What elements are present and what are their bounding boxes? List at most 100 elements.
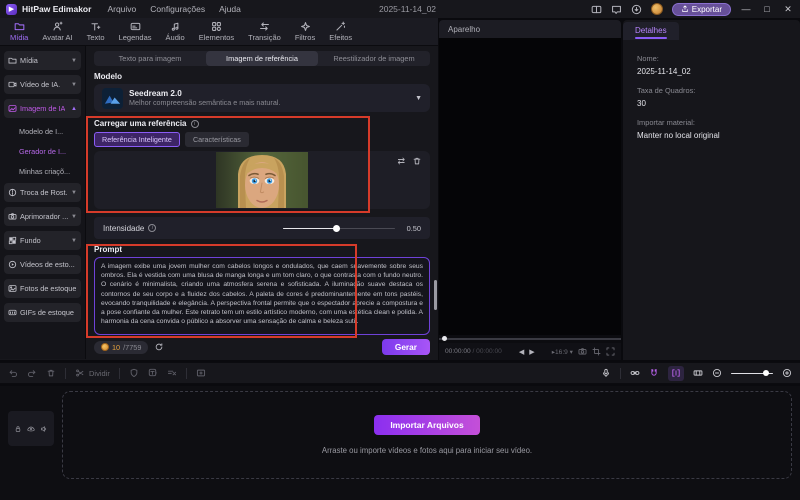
prompt-textarea[interactable]: A imagem exibe uma jovem mulher com cabe… — [94, 257, 430, 335]
film-track-icon[interactable] — [693, 368, 703, 378]
model-section-label: Modelo — [94, 72, 122, 81]
speaker-icon[interactable] — [40, 425, 48, 433]
redo-icon[interactable] — [27, 368, 37, 378]
shield-icon[interactable] — [129, 368, 139, 378]
playback-controls: 00:00:00 / 00:00:00 ◀ ▶ ▸16:9 ▾ — [439, 343, 621, 360]
stock-video-icon — [8, 260, 17, 269]
download-icon[interactable] — [631, 4, 642, 15]
sidebar-item-midia[interactable]: Mídia ▼ — [4, 51, 81, 70]
slider-handle[interactable] — [332, 224, 340, 232]
split-button[interactable]: Dividir — [75, 368, 110, 378]
reference-mode-tabs: Referência Inteligente Características — [94, 132, 430, 147]
remove-subtitles-icon[interactable] — [167, 368, 177, 378]
intensity-value: 0.50 — [406, 223, 421, 233]
ai-image-icon — [8, 105, 17, 112]
trash-icon[interactable] — [46, 368, 56, 378]
chip-referencia-inteligente[interactable]: Referência Inteligente — [94, 132, 180, 147]
snapshot-icon[interactable] — [578, 347, 587, 356]
sidebar-subitem-gerador-de-imagem[interactable]: Gerador de I... — [4, 143, 81, 160]
reference-upload-area[interactable]: ⇄ — [94, 151, 430, 209]
replace-image-icon[interactable]: ⇄ — [397, 156, 405, 166]
transition-icon — [260, 22, 269, 31]
menu-configuracoes[interactable]: Configurações — [150, 4, 205, 14]
ribbon-tab-filtros[interactable]: Filtros — [288, 18, 322, 45]
magnet-icon[interactable] — [649, 368, 659, 378]
avatar-ai-icon — [53, 21, 63, 31]
step-back-icon[interactable]: ◀ — [519, 348, 524, 356]
tab-detalhes[interactable]: Detalhes — [623, 22, 679, 40]
sidebar-item-troca-de-rosto[interactable]: Troca de Rost... ▼ — [4, 183, 81, 202]
generate-button[interactable]: Gerar — [381, 339, 430, 355]
ribbon-tab-efeitos[interactable]: Efeitos — [322, 18, 359, 45]
close-icon[interactable]: ✕ — [782, 4, 794, 15]
feedback-icon[interactable] — [611, 4, 622, 15]
export-button[interactable]: Exportar — [671, 2, 731, 16]
zoom-out-icon[interactable] — [712, 368, 722, 378]
play-icon[interactable]: ▶ — [529, 348, 534, 356]
field-label-importar-material: Importar material: — [637, 118, 695, 127]
user-avatar[interactable] — [650, 3, 663, 15]
aspect-ratio-selector[interactable]: ▸16:9 ▾ — [552, 348, 573, 356]
sidebar-item-fotos-de-estoque[interactable]: Fotos de estoque — [4, 279, 81, 298]
eye-icon[interactable] — [27, 425, 35, 433]
ribbon-tab-elementos[interactable]: Elementos — [192, 18, 241, 45]
prompt-text: A imagem exibe uma jovem mulher com cabe… — [101, 263, 423, 326]
menu-arquivo[interactable]: Arquivo — [107, 4, 136, 14]
zoom-slider-handle[interactable] — [762, 370, 769, 376]
chip-caracteristicas[interactable]: Características — [184, 132, 249, 147]
info-icon[interactable]: i — [190, 119, 199, 128]
intensity-label: Intensidade — [103, 223, 145, 233]
lock-icon[interactable] — [14, 425, 22, 433]
stock-gif-icon — [8, 309, 17, 316]
ribbon-tab-avatar-ai[interactable]: Avatar AI — [35, 18, 79, 45]
scrubber-handle[interactable] — [442, 336, 447, 341]
text-style-icon[interactable] — [148, 368, 158, 378]
tab-texto-para-imagem[interactable]: Texto para imagem — [94, 51, 206, 66]
sidebar-subitem-minhas-criacoes[interactable]: Minhas criaçõ... — [4, 163, 81, 180]
panel-scrollbar[interactable] — [434, 280, 437, 310]
microphone-icon[interactable] — [601, 368, 611, 378]
sidebar-item-gifs-de-estoque[interactable]: GIFs de estoque — [4, 303, 81, 322]
sidebar-item-video-de-ia[interactable]: Vídeo de IA. ▼ — [4, 75, 81, 94]
import-files-button[interactable]: Importar Arquivos — [374, 415, 480, 435]
maximize-icon[interactable]: □ — [761, 4, 773, 14]
sidebar-item-fundo[interactable]: Fundo ▼ — [4, 231, 81, 250]
intensity-slider[interactable] — [282, 224, 395, 232]
link-icon[interactable] — [630, 368, 640, 378]
ribbon-tab-audio[interactable]: Áudio — [159, 18, 192, 45]
ribbon-tab-legendas[interactable]: Legendas — [112, 18, 159, 45]
zoom-frame-icon[interactable] — [196, 368, 206, 378]
menu-ajuda[interactable]: Ajuda — [219, 4, 241, 14]
refresh-icon[interactable] — [154, 342, 164, 352]
scissors-icon — [76, 369, 84, 377]
timeline-zoom-slider[interactable] — [731, 370, 773, 377]
fullscreen-icon[interactable] — [606, 347, 615, 356]
ribbon-tab-transicao[interactable]: Transição — [241, 18, 288, 45]
preview-video-area — [439, 38, 621, 335]
audio-icon — [171, 22, 178, 31]
sidebar-item-aprimorador[interactable]: Aprimorador ... ▼ — [4, 207, 81, 226]
delete-image-icon[interactable] — [412, 156, 422, 166]
preview-scrubber[interactable] — [439, 335, 621, 343]
zoom-in-icon[interactable] — [782, 368, 792, 378]
bracket-tool[interactable] — [668, 365, 684, 381]
tab-imagem-de-referencia[interactable]: Imagem de referência — [206, 51, 318, 66]
sidebar-subitem-modelo-de-imagem[interactable]: Modelo de I... — [4, 123, 81, 140]
elements-icon — [211, 22, 221, 31]
crop-icon[interactable] — [592, 347, 601, 356]
ribbon-tab-texto[interactable]: Texto — [80, 18, 112, 45]
model-selector[interactable]: Seedream 2.0 Melhor compreensão semântic… — [94, 84, 430, 112]
undo-icon[interactable] — [8, 368, 18, 378]
model-name: Seedream 2.0 — [129, 89, 182, 98]
info-icon[interactable]: i — [148, 224, 157, 232]
preview-header: Aparelho — [439, 20, 621, 38]
enhancer-icon — [8, 213, 17, 220]
sidebar-item-videos-de-estoque[interactable]: Vídeos de esto... — [4, 255, 81, 274]
layout-icon[interactable] — [591, 4, 602, 15]
app-logo-icon: ▶ — [6, 3, 17, 15]
sidebar-item-imagem-de-ia[interactable]: Imagem de IA ▲ — [4, 99, 81, 118]
minimize-icon[interactable]: — — [740, 4, 752, 14]
tab-reestilizador-de-imagem[interactable]: Reestilizador de imagem — [318, 51, 430, 66]
media-import-dropzone[interactable]: Importar Arquivos Arraste ou importe víd… — [62, 391, 792, 479]
ribbon-tab-midia[interactable]: Mídia — [3, 18, 35, 45]
